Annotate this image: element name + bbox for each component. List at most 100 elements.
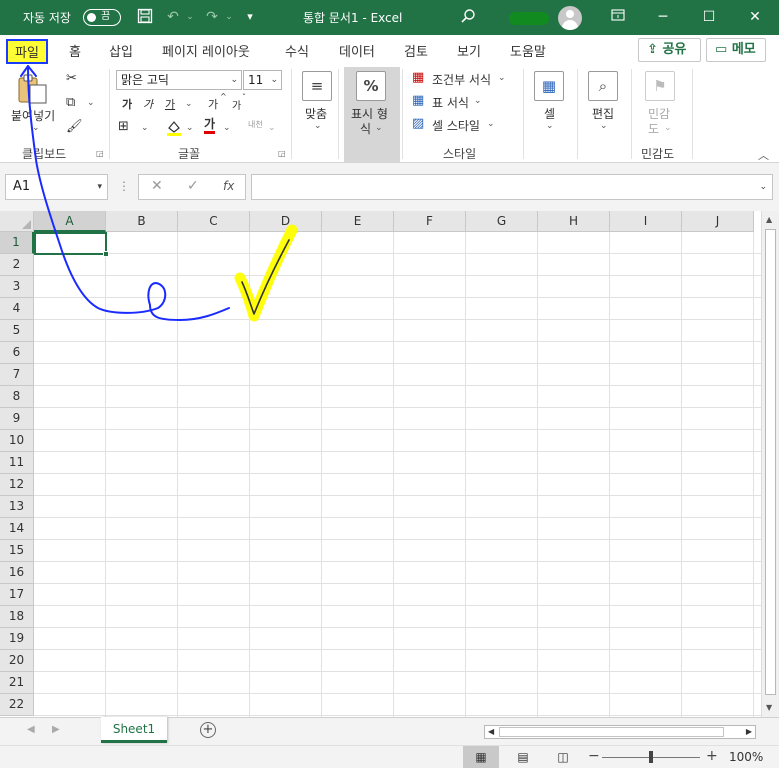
cell-style-icon[interactable]: ▨	[412, 116, 424, 131]
row-header-16[interactable]: 16	[0, 562, 34, 584]
sensitivity-icon[interactable]: ⚑	[645, 71, 675, 101]
alignment-icon[interactable]: ≡	[302, 71, 332, 101]
horizontal-scrollbar[interactable]: ◀ ▶	[484, 725, 756, 739]
save-icon[interactable]	[136, 8, 154, 26]
share-button[interactable]: ⇪ 공유	[638, 38, 701, 62]
font-size-select[interactable]: 11 ⌄	[243, 70, 282, 90]
row-header-19[interactable]: 19	[0, 628, 34, 650]
phonetic-button[interactable]: 내천	[248, 119, 263, 130]
search-icon[interactable]: ⌕	[588, 71, 618, 101]
formula-input[interactable]: ⌄	[251, 174, 773, 200]
zoom-in-button[interactable]: +	[706, 748, 718, 764]
search-icon[interactable]	[459, 8, 477, 26]
font-color-button[interactable]: 가	[204, 117, 216, 134]
undo-icon[interactable]: ↶	[164, 8, 182, 26]
next-sheet-icon[interactable]: ▶	[52, 724, 60, 735]
prev-sheet-icon[interactable]: ◀	[27, 724, 35, 735]
scrollbar-thumb[interactable]	[499, 727, 724, 737]
row-header-12[interactable]: 12	[0, 474, 34, 496]
collapse-ribbon-icon[interactable]: ︿	[758, 147, 769, 163]
scroll-down-icon[interactable]: ▼	[766, 703, 772, 712]
conditional-format-button[interactable]: 조건부 서식	[432, 71, 491, 88]
chevron-down-icon[interactable]: ⌄	[185, 99, 193, 109]
border-icon[interactable]: ⊞	[118, 119, 129, 134]
chevron-down-icon[interactable]: ⌄	[600, 121, 608, 131]
chevron-down-icon[interactable]: ⌄	[268, 123, 276, 133]
column-header-h[interactable]: H	[538, 211, 610, 232]
copy-icon[interactable]: ⧉	[66, 95, 75, 110]
row-header-14[interactable]: 14	[0, 518, 34, 540]
row-header-2[interactable]: 2	[0, 254, 34, 276]
add-sheet-icon[interactable]: +	[200, 722, 216, 738]
sensitivity-label-2[interactable]: 도	[648, 120, 659, 137]
chevron-down-icon[interactable]: ⌄	[474, 96, 482, 106]
tab-help[interactable]: 도움말	[510, 41, 546, 60]
sheet-tab[interactable]: Sheet1	[101, 717, 167, 743]
dialog-launcher-icon[interactable]: ◲	[96, 149, 104, 158]
alignment-label[interactable]: 맞춤	[305, 105, 327, 122]
column-header-f[interactable]: F	[394, 211, 466, 232]
paste-label[interactable]: 붙여넣기	[11, 107, 55, 124]
chevron-down-icon[interactable]: ⌄	[220, 8, 238, 26]
row-header-17[interactable]: 17	[0, 584, 34, 606]
zoom-level[interactable]: 100%	[729, 750, 763, 764]
chevron-down-icon[interactable]: ⌄	[223, 123, 231, 133]
tab-view[interactable]: 보기	[457, 41, 481, 60]
row-header-1[interactable]: 1	[0, 232, 34, 254]
tab-file[interactable]: 파일	[6, 39, 48, 64]
tab-insert[interactable]: 삽입	[109, 41, 133, 60]
conditional-format-icon[interactable]: ▦	[412, 70, 424, 85]
dialog-launcher-icon[interactable]: ◲	[278, 149, 286, 158]
column-header-c[interactable]: C	[178, 211, 250, 232]
font-name-select[interactable]: 맑은 고딕 ⌄	[116, 70, 242, 90]
scroll-up-icon[interactable]: ▲	[766, 215, 772, 224]
paste-icon[interactable]	[16, 73, 52, 105]
select-all-button[interactable]	[0, 211, 34, 232]
chevron-down-icon[interactable]: ⌄	[186, 123, 194, 133]
cut-icon[interactable]: ✂	[66, 71, 77, 86]
page-break-view-icon[interactable]: ◫	[545, 746, 581, 768]
ribbon-display-icon[interactable]	[606, 6, 630, 28]
percent-icon[interactable]: %	[356, 71, 386, 101]
fill-color-icon[interactable]	[166, 119, 182, 137]
italic-button[interactable]: 가	[143, 96, 153, 112]
row-header-4[interactable]: 4	[0, 298, 34, 320]
chevron-down-icon[interactable]: ⌄	[546, 121, 554, 131]
cells-icon[interactable]: ▦	[534, 71, 564, 101]
row-header-3[interactable]: 3	[0, 276, 34, 298]
cells-label[interactable]: 셀	[544, 105, 555, 122]
column-header-i[interactable]: I	[610, 211, 682, 232]
insert-function-icon[interactable]: fx	[223, 179, 234, 193]
zoom-slider-thumb[interactable]	[649, 751, 653, 763]
avatar[interactable]	[558, 6, 582, 30]
chevron-down-icon[interactable]: ⌄	[487, 119, 495, 129]
column-header-a[interactable]: A	[34, 211, 106, 232]
row-header-22[interactable]: 22	[0, 694, 34, 716]
close-icon[interactable]: ✕	[743, 6, 767, 28]
row-header-6[interactable]: 6	[0, 342, 34, 364]
number-format-label-2[interactable]: 식	[360, 120, 371, 137]
table-format-button[interactable]: 표 서식	[432, 94, 469, 111]
row-header-13[interactable]: 13	[0, 496, 34, 518]
row-header-5[interactable]: 5	[0, 320, 34, 342]
row-header-20[interactable]: 20	[0, 650, 34, 672]
page-layout-view-icon[interactable]: ▤	[505, 746, 541, 768]
chevron-down-icon[interactable]: ⌄	[141, 123, 149, 133]
row-header-15[interactable]: 15	[0, 540, 34, 562]
scrollbar-thumb[interactable]	[765, 229, 776, 695]
chevron-down-icon[interactable]: ⌄	[664, 123, 672, 133]
bold-button[interactable]: 가	[122, 96, 132, 112]
redo-icon[interactable]: ↷	[203, 8, 221, 26]
column-header-j[interactable]: J	[682, 211, 754, 232]
chevron-down-icon[interactable]: ⌄	[32, 123, 40, 133]
tab-data[interactable]: 데이터	[339, 41, 375, 60]
cancel-icon[interactable]: ✕	[151, 178, 163, 194]
scroll-left-icon[interactable]: ◀	[488, 726, 494, 738]
grow-font-button[interactable]: 가	[208, 96, 218, 112]
autosave-toggle[interactable]: 끔	[83, 9, 121, 26]
tab-home[interactable]: 홈	[69, 41, 81, 60]
table-format-icon[interactable]: ▦	[412, 93, 424, 108]
chevron-down-icon[interactable]: ⌄	[181, 8, 199, 26]
chevron-down-icon[interactable]: ⌄	[87, 98, 95, 108]
column-header-g[interactable]: G	[466, 211, 538, 232]
